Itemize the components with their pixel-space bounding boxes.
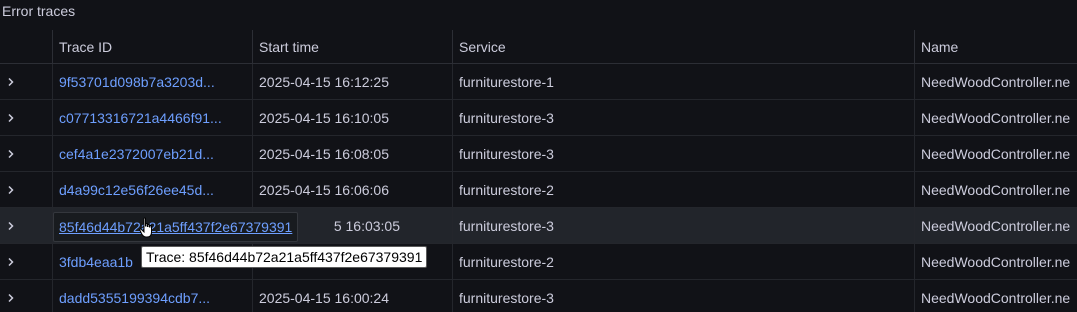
trace-id-link[interactable]: c07713316721a4466f91...: [59, 110, 222, 126]
chevron-right-icon: [8, 221, 14, 230]
chevron-right-icon: [8, 149, 14, 158]
error-traces-panel: Error traces Trace ID Start time Service…: [0, 0, 1077, 312]
traces-table: Trace ID Start time Service Name 9f53701…: [0, 30, 1077, 312]
service-cell: furniturestore-3: [452, 100, 914, 135]
expand-row-button[interactable]: [0, 244, 52, 279]
trace-id-link[interactable]: cef4a1e2372007eb21d...: [59, 146, 214, 162]
trace-tooltip: Trace: 85f46d44b72a21a5ff437f2e67379391: [141, 246, 428, 268]
service-cell: furniturestore-1: [452, 64, 914, 99]
name-cell: NeedWoodController.ne: [914, 64, 1077, 99]
service-cell: furniturestore-3: [452, 280, 914, 312]
start-time-cell: 2025-04-15 16:00:24: [252, 280, 452, 312]
name-cell: NeedWoodController.ne: [914, 172, 1077, 207]
trace-id-link[interactable]: 3fdb4eaa1b: [59, 254, 133, 270]
chevron-right-icon: [8, 257, 14, 266]
name-cell: NeedWoodController.ne: [914, 208, 1077, 243]
trace-id-link[interactable]: d4a99c12e56f26ee45d...: [59, 182, 214, 198]
start-time-cell: 2025-04-15 16:10:05: [252, 100, 452, 135]
name-cell: NeedWoodController.ne: [914, 244, 1077, 279]
expand-row-button[interactable]: [0, 208, 52, 243]
trace-id-link[interactable]: 9f53701d098b7a3203d...: [59, 74, 215, 90]
service-cell: furniturestore-3: [452, 136, 914, 171]
hand-cursor-icon: [139, 217, 152, 238]
start-time-cell: 2025-04-15 16:12:25: [252, 64, 452, 99]
expand-row-button[interactable]: [0, 280, 52, 312]
service-cell: furniturestore-2: [452, 172, 914, 207]
chevron-right-icon: [8, 113, 14, 122]
table-row[interactable]: c07713316721a4466f91... 2025-04-15 16:10…: [0, 100, 1077, 136]
table-row[interactable]: 9f53701d098b7a3203d... 2025-04-15 16:12:…: [0, 64, 1077, 100]
table-row[interactable]: d4a99c12e56f26ee45d... 2025-04-15 16:06:…: [0, 172, 1077, 208]
expand-column-header: [0, 30, 52, 63]
start-time-cell: 2025-04-15 16:08:05: [252, 136, 452, 171]
panel-title: Error traces: [2, 3, 76, 19]
name-cell: NeedWoodController.ne: [914, 280, 1077, 312]
chevron-right-icon: [8, 77, 14, 86]
expand-row-button[interactable]: [0, 100, 52, 135]
table-row[interactable]: dadd5355199394cdb7... 2025-04-15 16:00:2…: [0, 280, 1077, 312]
start-time-cell: 2025-04-15 16:06:06: [252, 172, 452, 207]
column-header-service[interactable]: Service: [452, 30, 914, 63]
table-row-hovered[interactable]: 85f46d44b72a21a5ff437f2e67379391 5 16:03…: [0, 208, 1077, 244]
table-header: Trace ID Start time Service Name: [0, 30, 1077, 64]
table-row[interactable]: cef4a1e2372007eb21d... 2025-04-15 16:08:…: [0, 136, 1077, 172]
chevron-right-icon: [8, 293, 14, 302]
service-cell: furniturestore-2: [452, 244, 914, 279]
trace-id-link-expanded[interactable]: 85f46d44b72a21a5ff437f2e67379391: [53, 212, 299, 242]
name-cell: NeedWoodController.ne: [914, 100, 1077, 135]
expand-row-button[interactable]: [0, 64, 52, 99]
column-header-trace-id[interactable]: Trace ID: [52, 30, 252, 63]
column-header-name[interactable]: Name: [914, 30, 1077, 63]
service-cell: furniturestore-3: [452, 208, 914, 243]
trace-id-link[interactable]: dadd5355199394cdb7...: [59, 290, 210, 306]
expand-row-button[interactable]: [0, 172, 52, 207]
column-header-start-time[interactable]: Start time: [252, 30, 452, 63]
expand-row-button[interactable]: [0, 136, 52, 171]
chevron-right-icon: [8, 185, 14, 194]
name-cell: NeedWoodController.ne: [914, 136, 1077, 171]
